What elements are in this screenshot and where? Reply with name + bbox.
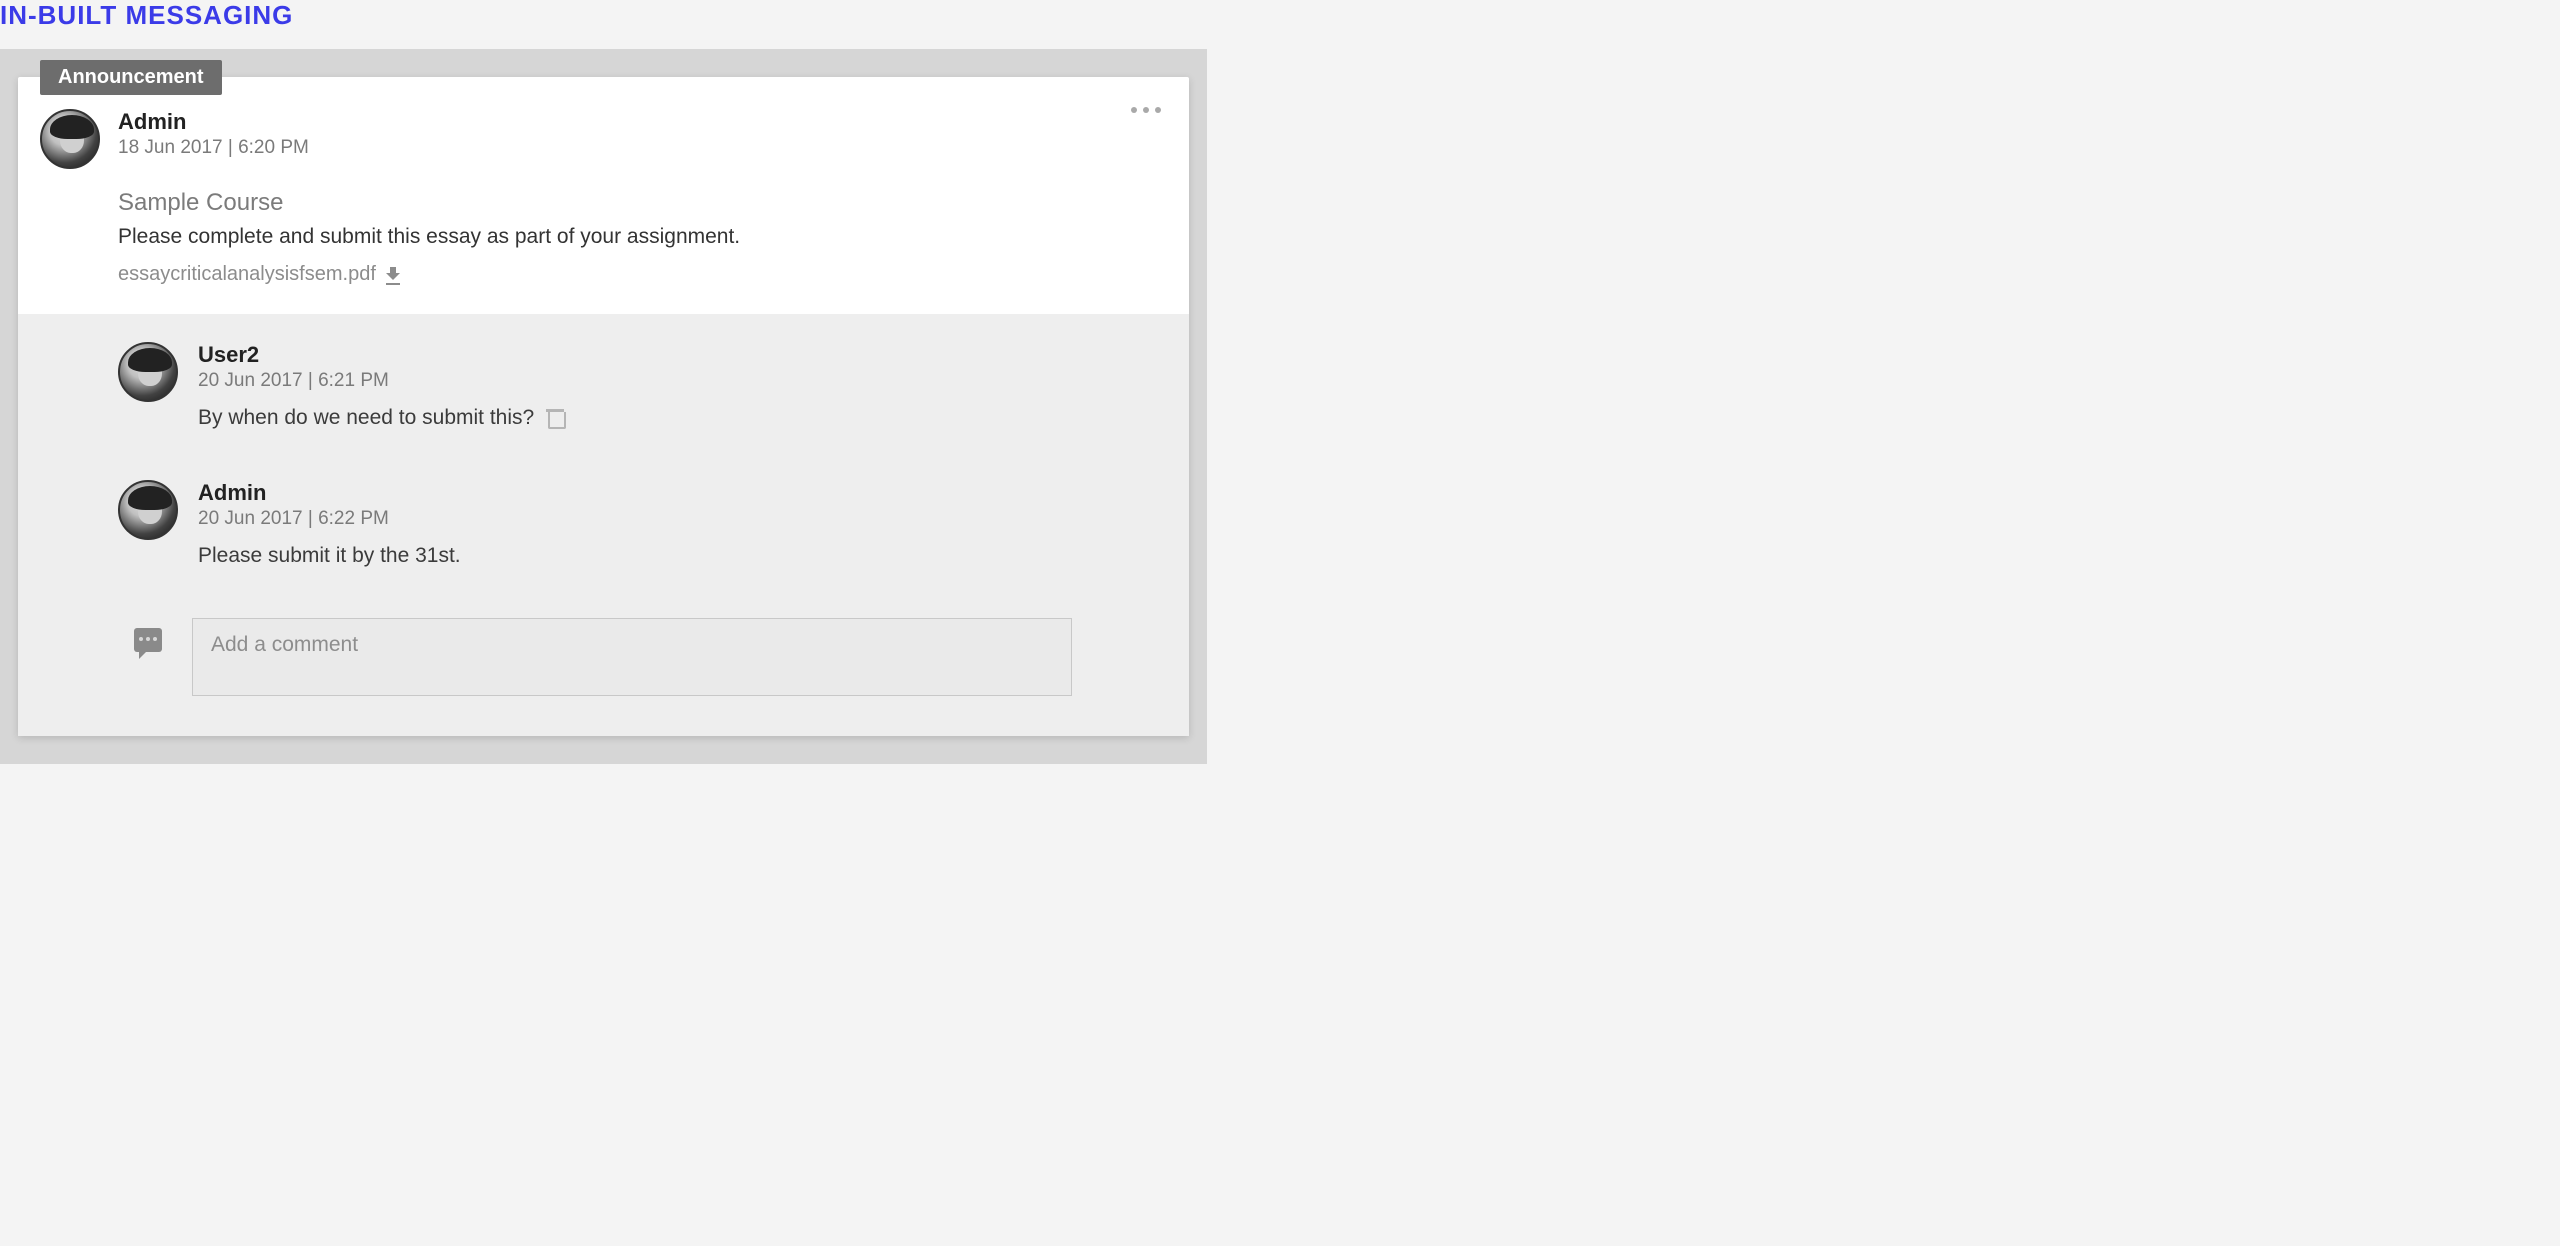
comment-timestamp: 20 Jun 2017 | 6:21 PM [198,370,562,392]
avatar [118,480,178,540]
more-options-button[interactable] [1131,107,1161,113]
announcement-card: Announcement Admin 18 Jun 2017 | 6:20 PM… [18,77,1189,736]
announcement-author: Admin [118,109,309,135]
comment-timestamp: 20 Jun 2017 | 6:22 PM [198,508,461,530]
announcement-text: Please complete and submit this essay as… [118,225,1151,249]
page-title: IN-BUILT MESSAGING [0,0,2560,49]
course-name: Sample Course [118,189,1151,217]
comment-author: User2 [198,342,562,368]
announcement-tab: Announcement [40,60,222,95]
comment-text: By when do we need to submit this? [198,406,534,430]
comments-section: User2 20 Jun 2017 | 6:21 PM By when do w… [18,314,1189,736]
comment-text: Please submit it by the 31st. [198,544,461,568]
messaging-panel: Announcement Admin 18 Jun 2017 | 6:20 PM… [0,49,1207,764]
avatar [40,109,100,169]
announcement-body: Sample Course Please complete and submit… [18,169,1189,314]
comment-author: Admin [198,480,461,506]
avatar [118,342,178,402]
attachment-link[interactable]: essaycriticalanalysisfsem.pdf [118,263,400,286]
announcement-timestamp: 18 Jun 2017 | 6:20 PM [118,137,309,159]
chat-icon [134,628,162,652]
download-icon [386,267,400,283]
attachment-filename: essaycriticalanalysisfsem.pdf [118,263,376,286]
delete-comment-button[interactable] [548,409,562,427]
announcement-meta: Admin 18 Jun 2017 | 6:20 PM [118,109,309,159]
add-comment-row [118,618,1089,696]
comment-item: Admin 20 Jun 2017 | 6:22 PM Please submi… [118,480,1089,568]
comment-input[interactable] [192,618,1072,696]
comment-item: User2 20 Jun 2017 | 6:21 PM By when do w… [118,342,1089,430]
